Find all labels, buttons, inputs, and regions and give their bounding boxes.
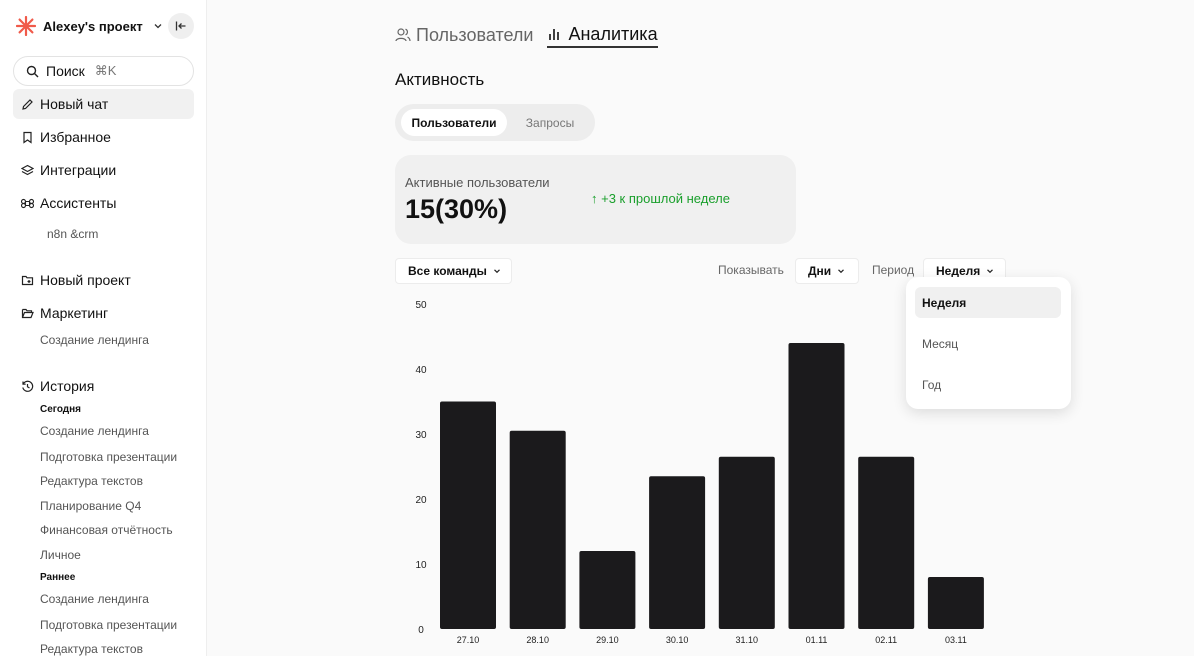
search-shortcut: ⌘K: [94, 63, 117, 78]
sidebar-item-integrations[interactable]: Интеграции: [13, 155, 194, 185]
x-tick-label: 02.11: [875, 635, 897, 645]
chevron-down-icon: [154, 24, 162, 29]
tab-users-label: Пользователи: [416, 24, 534, 45]
chevron-down-icon: [838, 269, 845, 274]
x-tick-label: 29.10: [596, 635, 619, 645]
collapse-sidebar-button[interactable]: [168, 13, 194, 39]
top-tabs: Пользователи Аналитика: [395, 22, 672, 48]
stat-label: Активные пользователи: [405, 175, 550, 190]
favorites-label: Избранное: [40, 129, 111, 145]
bar-02.11[interactable]: [858, 456, 915, 629]
folder-plus-icon: [21, 275, 34, 285]
y-tick-label: 20: [415, 495, 427, 506]
y-tick-label: 0: [418, 625, 424, 636]
granularity-dropdown[interactable]: Дни: [795, 258, 859, 284]
marketing-label: Маркетинг: [40, 305, 109, 321]
section-title: Активность: [395, 70, 485, 89]
stat-card: Активные пользователи 15(30%) ↑ +3 к про…: [395, 155, 796, 244]
pencil-icon: [22, 98, 33, 110]
period-value: Неделя: [936, 264, 981, 278]
history-icon: [22, 380, 34, 392]
sidebar-item-assistant-n8n[interactable]: n8n &crm: [47, 227, 98, 241]
asterisk-logo-icon: [16, 16, 36, 36]
bar-03.11[interactable]: [927, 577, 984, 629]
history-earlier-heading: Раннее: [40, 572, 76, 583]
new-project-label: Новый проект: [40, 272, 131, 288]
x-tick-label: 31.10: [736, 635, 759, 645]
project-switcher[interactable]: Alexey's проект: [16, 14, 163, 38]
history-item[interactable]: Планирование Q4: [40, 499, 141, 513]
history-item[interactable]: Редактура текстов: [40, 474, 143, 488]
activity-bar-chart: 0 10 20 30 40 50 27.10 28.10 29.10 30.10 31.10 01.1…: [415, 300, 984, 645]
chevron-down-icon: [987, 269, 994, 274]
history-item[interactable]: Финансовая отчётность: [40, 523, 173, 537]
history-today-heading: Сегодня: [40, 404, 82, 415]
granularity-value: Дни: [808, 264, 832, 278]
x-tick-label: 30.10: [666, 635, 689, 645]
history-item[interactable]: Создание лендинга: [40, 424, 149, 438]
x-tick-label: 28.10: [526, 635, 549, 645]
project-name: Alexey's проект: [43, 18, 143, 34]
period-option-month[interactable]: Месяц: [915, 328, 1061, 359]
period-label: Период: [872, 263, 915, 277]
show-label: Показывать: [718, 263, 784, 277]
history-item[interactable]: Редактура текстов: [40, 642, 143, 656]
tab-analytics[interactable]: Аналитика: [547, 22, 658, 48]
period-option-week[interactable]: Неделя: [915, 287, 1061, 318]
bar-01.11[interactable]: [788, 343, 845, 629]
history-item[interactable]: Подготовка презентации: [40, 618, 177, 632]
bar-28.10[interactable]: [509, 430, 566, 629]
tab-users[interactable]: Пользователи: [395, 22, 533, 48]
bar-31.10[interactable]: [718, 456, 775, 629]
y-tick-label: 50: [415, 300, 427, 311]
period-menu: Неделя Месяц Год: [906, 277, 1071, 409]
search-input[interactable]: Поиск ⌘K: [13, 56, 194, 86]
sidebar-item-marketing-landing[interactable]: Создание лендинга: [40, 333, 149, 347]
y-tick-label: 40: [415, 365, 427, 376]
segment-requests[interactable]: Запросы: [513, 109, 587, 136]
stat-value: 15(30%): [405, 194, 508, 224]
bar-chart-icon: [549, 29, 560, 40]
tab-analytics-label: Аналитика: [568, 23, 658, 44]
x-tick-label: 03.11: [945, 635, 967, 645]
x-tick-label: 27.10: [457, 635, 480, 645]
history-item[interactable]: Создание лендинга: [40, 592, 149, 606]
sidebar-item-marketing[interactable]: Маркетинг: [13, 298, 194, 328]
y-tick-label: 10: [415, 560, 427, 571]
assistants-label: Ассистенты: [40, 195, 117, 211]
bar-29.10[interactable]: [579, 551, 636, 629]
new-chat-button[interactable]: Новый чат: [13, 89, 194, 119]
y-tick-label: 30: [415, 430, 427, 441]
stat-delta: ↑ +3 к прошлой неделе: [591, 191, 730, 206]
bar-27.10[interactable]: [440, 401, 496, 630]
sidebar: Alexey's проект Поиск ⌘K Новый чат Избра…: [0, 0, 207, 656]
sidebar-item-assistants[interactable]: Ассистенты: [13, 188, 194, 218]
sidebar-item-favorites[interactable]: Избранное: [13, 122, 194, 152]
layers-icon: [21, 164, 34, 175]
search-label: Поиск: [46, 63, 85, 79]
chevron-down-icon: [493, 269, 500, 274]
search-icon: [26, 65, 39, 77]
collapse-left-icon: [175, 21, 186, 31]
segment-users[interactable]: Пользователи: [401, 109, 507, 136]
sidebar-item-history[interactable]: История: [13, 371, 194, 401]
history-item[interactable]: Подготовка презентации: [40, 450, 177, 464]
sidebar-item-new-project[interactable]: Новый проект: [13, 265, 194, 295]
bar-30.10[interactable]: [649, 476, 706, 629]
history-label: История: [40, 378, 95, 394]
teams-dropdown[interactable]: Все команды: [395, 258, 512, 284]
users-icon: [395, 28, 411, 42]
integrations-label: Интеграции: [40, 162, 117, 178]
x-tick-label: 01.11: [806, 635, 828, 645]
new-chat-label: Новый чат: [40, 96, 109, 112]
bookmark-icon: [23, 131, 32, 144]
folder-open-icon: [21, 308, 34, 318]
period-option-year[interactable]: Год: [915, 369, 1061, 400]
command-icon: [21, 198, 34, 208]
history-item[interactable]: Личное: [40, 548, 81, 562]
teams-dropdown-value: Все команды: [408, 264, 487, 278]
metric-segmented-control: Пользователи Запросы: [395, 104, 595, 141]
